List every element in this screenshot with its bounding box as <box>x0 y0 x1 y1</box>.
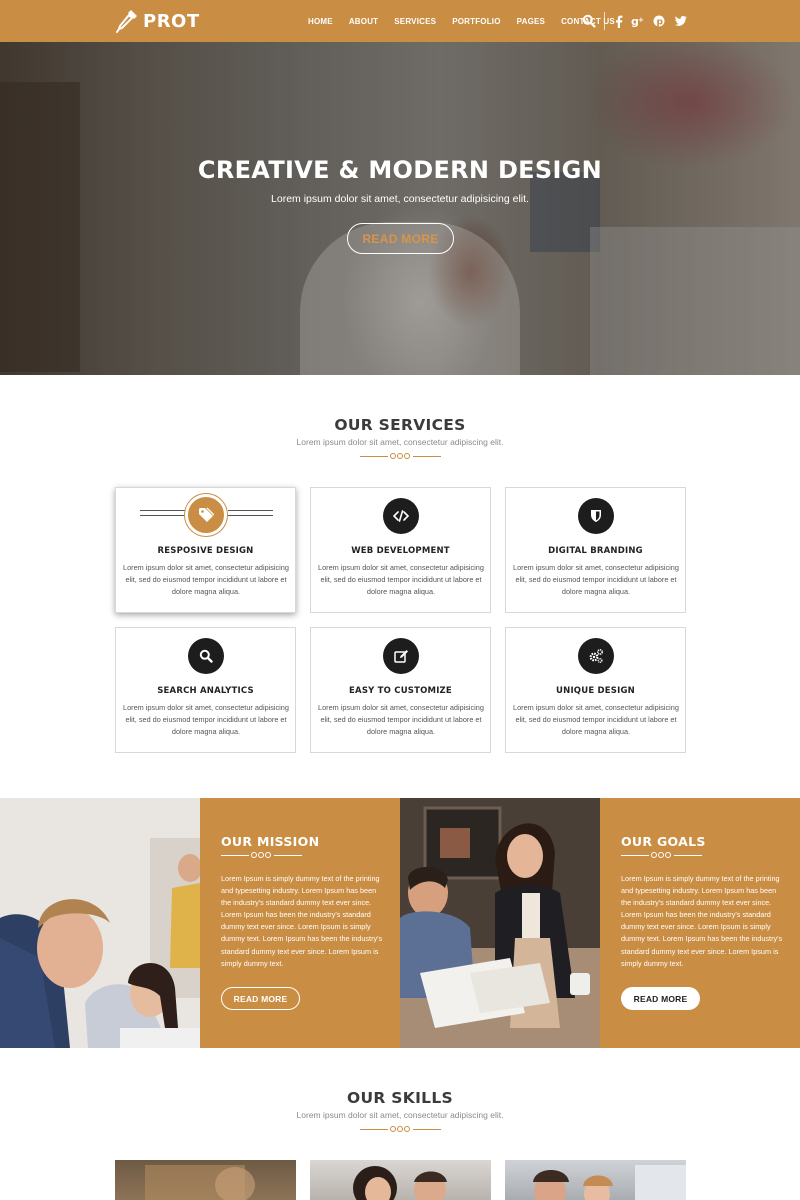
service-title: UNIQUE DESIGN <box>556 686 635 696</box>
pinterest-icon[interactable]: p <box>652 13 666 29</box>
mission-photo <box>0 798 200 1048</box>
services-title: OUR SERVICES <box>334 416 466 434</box>
service-text: Lorem ipsum dolor sit amet, consectetur … <box>318 703 484 736</box>
service-card-branding[interactable]: DIGITAL BRANDING Lorem ipsum dolor sit a… <box>505 487 686 613</box>
services-subtitle: Lorem ipsum dolor sit amet, consectetur … <box>296 437 504 447</box>
goals-photo <box>400 798 600 1048</box>
facebook-icon[interactable] <box>612 13 626 29</box>
mission-panel: OUR MISSION Lorem Ipsum is simply dummy … <box>200 798 400 1048</box>
search-icon <box>188 638 224 674</box>
service-card-responsive[interactable]: RESPOSIVE DESIGN Lorem ipsum dolor sit a… <box>115 487 296 613</box>
hero-read-more-button[interactable]: READ MORE <box>347 223 454 254</box>
goals-title: OUR GOALS <box>621 834 706 849</box>
service-text: Lorem ipsum dolor sit amet, consectetur … <box>318 563 484 596</box>
brand-name: PROT <box>143 10 200 32</box>
service-title: DIGITAL BRANDING <box>548 546 643 556</box>
service-card-analytics[interactable]: SEARCH ANALYTICS Lorem ipsum dolor sit a… <box>115 627 296 753</box>
card-decor-left <box>140 510 185 516</box>
hero-banner: CREATIVE & MODERN DESIGN Lorem ipsum dol… <box>0 42 800 375</box>
card-decor-right <box>228 510 273 516</box>
services-separator <box>360 452 441 460</box>
goals-text: Lorem Ipsum is simply dummy text of the … <box>621 874 783 968</box>
service-text: Lorem ipsum dolor sit amet, consectetur … <box>123 703 289 736</box>
gears-icon <box>578 638 614 674</box>
nav-portfolio[interactable]: PORTFOLIO <box>452 17 500 26</box>
service-title: SEARCH ANALYTICS <box>157 686 254 696</box>
search-icon[interactable] <box>582 14 596 28</box>
service-text: Lorem ipsum dolor sit amet, consectetur … <box>513 703 679 736</box>
service-title: RESPOSIVE DESIGN <box>157 546 254 556</box>
service-title: EASY TO CUSTOMIZE <box>349 686 452 696</box>
nav-services[interactable]: SERVICES <box>394 17 436 26</box>
mission-separator <box>221 851 302 859</box>
nav-pages[interactable]: PAGES <box>517 17 545 26</box>
dropper-logo-icon <box>116 10 137 33</box>
edit-icon <box>383 638 419 674</box>
skill-image-2[interactable] <box>310 1160 491 1200</box>
mission-text: Lorem Ipsum is simply dummy text of the … <box>221 874 383 968</box>
service-card-customize[interactable]: EASY TO CUSTOMIZE Lorem ipsum dolor sit … <box>310 627 491 753</box>
service-text: Lorem ipsum dolor sit amet, consectetur … <box>513 563 679 596</box>
hero-subtitle: Lorem ipsum dolor sit amet, consectetur … <box>271 193 529 205</box>
mission-read-more-button[interactable]: READ MORE <box>221 987 300 1010</box>
svg-text:p: p <box>657 18 664 28</box>
skills-title: OUR SKILLS <box>347 1089 453 1107</box>
skills-separator <box>360 1125 441 1133</box>
mission-goals-strip: OUR MISSION Lorem Ipsum is simply dummy … <box>0 798 800 1048</box>
service-title: WEB DEVELOPMENT <box>351 546 450 556</box>
nav-home[interactable]: HOME <box>308 17 333 26</box>
shield-icon <box>578 498 614 534</box>
twitter-icon[interactable] <box>674 13 688 29</box>
svg-text:+: + <box>638 16 644 24</box>
service-text: Lorem ipsum dolor sit amet, consectetur … <box>123 563 289 596</box>
site-header: PROT HOME ABOUT SERVICES PORTFOLIO PAGES… <box>0 0 800 42</box>
skill-image-1[interactable] <box>115 1160 296 1200</box>
skills-subtitle: Lorem ipsum dolor sit amet, consectetur … <box>296 1110 504 1120</box>
hero-title: CREATIVE & MODERN DESIGN <box>197 156 603 184</box>
service-card-webdev[interactable]: WEB DEVELOPMENT Lorem ipsum dolor sit am… <box>310 487 491 613</box>
nav-divider <box>604 12 605 30</box>
service-card-unique[interactable]: UNIQUE DESIGN Lorem ipsum dolor sit amet… <box>505 627 686 753</box>
goals-separator <box>621 851 702 859</box>
google-plus-icon[interactable]: g + <box>631 13 645 29</box>
goals-panel: OUR GOALS Lorem Ipsum is simply dummy te… <box>600 798 800 1048</box>
skill-image-3[interactable] <box>505 1160 686 1200</box>
goals-read-more-button[interactable]: READ MORE <box>621 987 700 1010</box>
hero-overlay <box>0 42 800 375</box>
code-icon <box>383 498 419 534</box>
tag-icon <box>185 494 227 536</box>
logo[interactable]: PROT <box>115 8 200 34</box>
mission-title: OUR MISSION <box>221 834 320 849</box>
nav-about[interactable]: ABOUT <box>349 17 378 26</box>
